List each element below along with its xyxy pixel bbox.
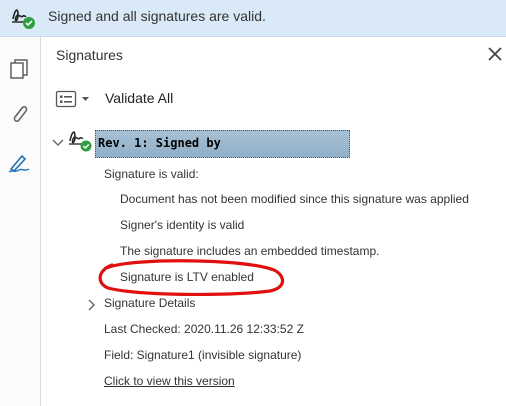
signature-status-banner: Signed and all signatures are valid. [0, 0, 506, 37]
chevron-right-icon[interactable] [85, 298, 97, 312]
view-version-link[interactable]: Click to view this version [104, 374, 235, 388]
pages-icon[interactable] [5, 53, 35, 83]
options-menu-icon[interactable] [55, 89, 93, 109]
signature-pen-icon[interactable] [5, 147, 35, 177]
left-navigation-rail [0, 37, 41, 406]
chevron-down-icon[interactable] [51, 136, 65, 150]
check-embedded-timestamp: The signature includes an embedded times… [120, 244, 380, 258]
signature-valid-label: Signature is valid: [104, 167, 199, 181]
validate-all-button[interactable]: Validate All [105, 90, 173, 106]
signatures-panel: Signatures Validate All Rev. 1: Signed b… [41, 37, 506, 406]
signature-valid-icon [12, 9, 35, 29]
check-ltv-enabled: Signature is LTV enabled [120, 270, 254, 284]
field-info-text: Field: Signature1 (invisible signature) [104, 348, 302, 362]
signature-valid-icon [69, 131, 92, 152]
check-identity-valid: Signer's identity is valid [120, 218, 245, 232]
banner-message: Signed and all signatures are valid. [48, 8, 266, 24]
signature-header-label: Rev. 1: Signed by [98, 136, 221, 150]
close-icon[interactable] [486, 45, 504, 63]
check-not-modified: Document has not been modified since thi… [120, 192, 469, 206]
last-checked-text: Last Checked: 2020.11.26 12:33:52 Z [104, 322, 304, 336]
signature-details-toggle[interactable]: Signature Details [104, 296, 195, 310]
panel-title: Signatures [56, 47, 123, 63]
paperclip-icon[interactable] [5, 99, 35, 129]
signature-tree-item[interactable]: Rev. 1: Signed by [95, 130, 350, 158]
